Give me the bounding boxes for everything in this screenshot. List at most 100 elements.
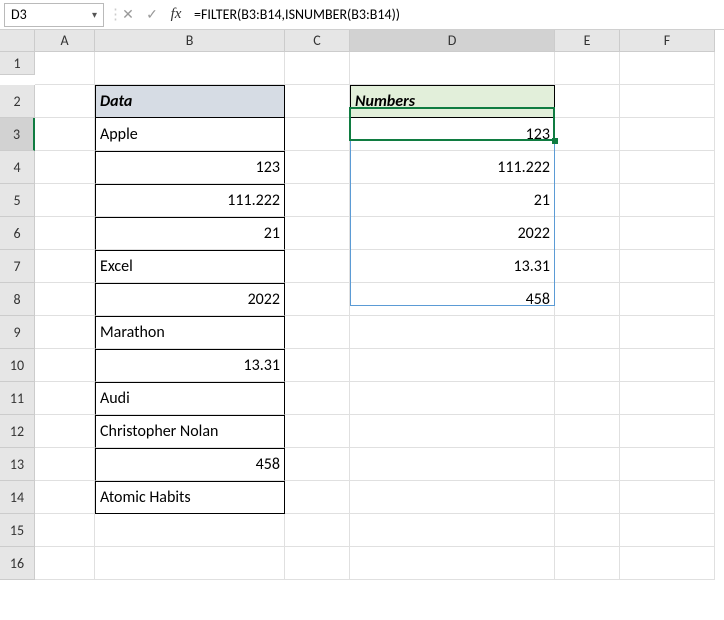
cell[interactable] (620, 316, 715, 349)
select-all-corner[interactable] (0, 30, 35, 52)
row-header-3[interactable]: 3 (0, 118, 35, 151)
cell[interactable] (95, 547, 285, 580)
cell[interactable] (285, 415, 350, 448)
cell[interactable] (555, 250, 620, 283)
cell[interactable] (620, 283, 715, 316)
row-header-16[interactable]: 16 (0, 547, 35, 580)
cell[interactable] (555, 316, 620, 349)
cell[interactable] (555, 184, 620, 217)
cell[interactable] (350, 514, 555, 547)
active-cell[interactable]: 123 (350, 118, 555, 151)
cell[interactable] (285, 118, 350, 151)
cell[interactable] (620, 415, 715, 448)
cell[interactable]: 458 (350, 283, 555, 316)
cell[interactable] (620, 52, 715, 85)
cancel-button[interactable]: ✕ (116, 3, 140, 27)
cell[interactable] (95, 514, 285, 547)
cell[interactable] (620, 151, 715, 184)
row-header-1[interactable]: 1 (0, 52, 35, 75)
cell[interactable] (555, 481, 620, 514)
col-header-e[interactable]: E (555, 30, 620, 52)
cell[interactable] (350, 382, 555, 415)
cell[interactable] (350, 52, 555, 85)
row-header-13[interactable]: 13 (0, 448, 35, 481)
cell[interactable] (555, 151, 620, 184)
cell[interactable]: 13.31 (95, 349, 285, 382)
cell[interactable] (620, 184, 715, 217)
cell[interactable] (35, 151, 95, 184)
cell[interactable] (285, 151, 350, 184)
cell[interactable] (555, 52, 620, 85)
cell[interactable] (35, 250, 95, 283)
cell[interactable] (35, 52, 95, 85)
cell[interactable] (620, 118, 715, 151)
col-header-a[interactable]: A (35, 30, 95, 52)
row-header-6[interactable]: 6 (0, 217, 35, 250)
row-header-9[interactable]: 9 (0, 316, 35, 349)
cell[interactable] (350, 481, 555, 514)
cell[interactable]: 111.222 (95, 184, 285, 217)
cell[interactable] (620, 217, 715, 250)
cell[interactable] (285, 52, 350, 85)
row-header-4[interactable]: 4 (0, 151, 35, 184)
cell[interactable] (285, 283, 350, 316)
cell[interactable] (555, 382, 620, 415)
cell[interactable] (350, 547, 555, 580)
cell[interactable] (350, 349, 555, 382)
cell[interactable] (350, 316, 555, 349)
cell[interactable] (285, 514, 350, 547)
cell[interactable]: Apple (95, 118, 285, 151)
cell[interactable] (35, 514, 95, 547)
cell[interactable] (350, 448, 555, 481)
cell[interactable] (555, 415, 620, 448)
cell[interactable] (350, 415, 555, 448)
cell[interactable]: 2022 (350, 217, 555, 250)
cell[interactable] (555, 547, 620, 580)
data-header[interactable]: Data (95, 85, 285, 118)
cell[interactable]: 458 (95, 448, 285, 481)
cell[interactable] (35, 415, 95, 448)
row-header-10[interactable]: 10 (0, 349, 35, 382)
col-header-b[interactable]: B (95, 30, 285, 52)
cell[interactable] (35, 448, 95, 481)
chevron-down-icon[interactable]: ▾ (92, 8, 97, 21)
numbers-header[interactable]: Numbers (350, 85, 555, 118)
col-header-d[interactable]: D (350, 30, 555, 52)
fill-handle[interactable] (552, 138, 558, 144)
cell[interactable] (35, 85, 95, 118)
cell[interactable] (35, 349, 95, 382)
cell[interactable]: 123 (95, 151, 285, 184)
cell[interactable] (35, 382, 95, 415)
cell[interactable] (35, 184, 95, 217)
cell[interactable] (285, 547, 350, 580)
cell[interactable] (620, 382, 715, 415)
row-header-15[interactable]: 15 (0, 514, 35, 547)
cell[interactable] (555, 118, 620, 151)
cell[interactable] (555, 85, 620, 118)
cell[interactable]: Audi (95, 382, 285, 415)
cell[interactable]: Marathon (95, 316, 285, 349)
cell[interactable] (620, 250, 715, 283)
cell[interactable] (620, 349, 715, 382)
cell[interactable] (285, 85, 350, 118)
cell[interactable] (285, 316, 350, 349)
cell[interactable] (285, 217, 350, 250)
cell[interactable] (285, 382, 350, 415)
cell[interactable] (285, 481, 350, 514)
row-header-5[interactable]: 5 (0, 184, 35, 217)
cell[interactable] (555, 349, 620, 382)
row-header-14[interactable]: 14 (0, 481, 35, 514)
cell[interactable] (620, 85, 715, 118)
cell[interactable] (555, 448, 620, 481)
cell[interactable]: Christopher Nolan (95, 415, 285, 448)
cell[interactable] (35, 283, 95, 316)
insert-function-button[interactable]: fx (164, 3, 188, 27)
cell[interactable] (35, 118, 95, 151)
grid[interactable]: A B C D E F 1 2 Data Numbers 3 Apple 123… (0, 30, 724, 580)
cell[interactable]: Atomic Habits (95, 481, 285, 514)
row-header-8[interactable]: 8 (0, 283, 35, 316)
cell[interactable] (620, 547, 715, 580)
row-header-2[interactable]: 2 (0, 85, 35, 118)
name-box[interactable]: D3 ▾ (4, 3, 104, 27)
cell[interactable] (285, 184, 350, 217)
